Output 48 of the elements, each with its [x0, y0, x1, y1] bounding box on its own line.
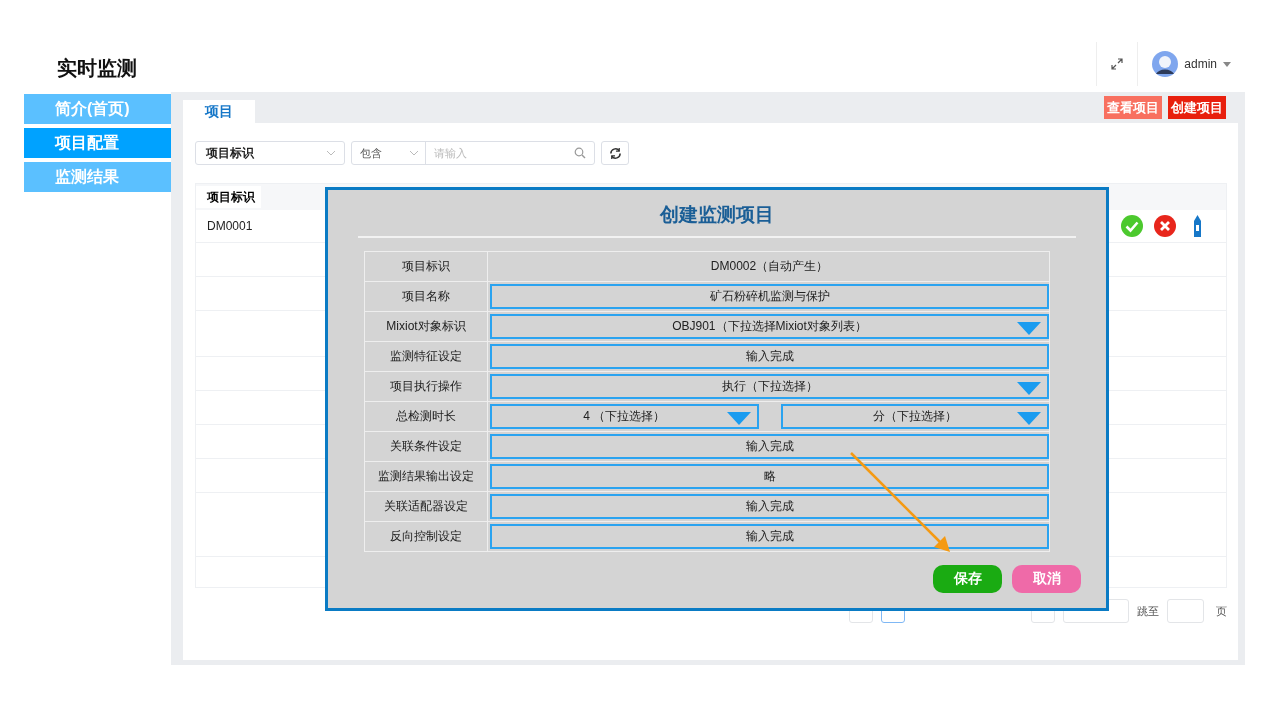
refresh-button[interactable]: [601, 141, 629, 165]
input-field[interactable]: 矿石粉碎机监测与保护: [490, 284, 1049, 309]
input-field[interactable]: 输入完成: [490, 494, 1049, 519]
dialog-title: 创建监测项目: [660, 203, 774, 227]
check-icon[interactable]: [1121, 215, 1143, 237]
dropdown[interactable]: 分（下拉选择）: [780, 404, 1049, 429]
refresh-icon: [608, 146, 622, 160]
field-label: 项目标识: [365, 252, 488, 282]
caret-icon: [326, 150, 336, 156]
field-label: 项目执行操作: [365, 372, 488, 402]
avatar-icon[interactable]: [1152, 51, 1179, 77]
page-suffix: 页: [1216, 603, 1227, 619]
dropdown-triangle-icon: [1017, 412, 1041, 425]
field-label: Mixiot对象标识: [365, 312, 488, 342]
field-label: 关联适配器设定: [365, 492, 488, 522]
search-icon[interactable]: [574, 147, 586, 159]
caret-icon[interactable]: [1223, 61, 1231, 67]
input-field[interactable]: 略: [490, 464, 1049, 489]
create-button[interactable]: 创建项目: [1168, 96, 1226, 119]
field-label: 项目名称: [365, 282, 488, 312]
tab[interactable]: 项目: [183, 100, 255, 123]
input-field[interactable]: 输入完成: [490, 524, 1049, 549]
dropdown-triangle-icon: [1017, 382, 1041, 395]
user-name[interactable]: admin: [1184, 57, 1217, 71]
field-label: 监测特征设定: [365, 342, 488, 372]
table-cell: DM0001: [207, 219, 253, 233]
dropdown[interactable]: 4 （下拉选择）: [490, 404, 759, 429]
caret-icon: [409, 150, 419, 156]
delete-icon[interactable]: [1154, 215, 1176, 237]
jump-label: 跳至: [1137, 603, 1159, 619]
column-header: 项目标识: [196, 186, 261, 208]
input-field[interactable]: 输入完成: [490, 434, 1049, 459]
field-label: 监测结果输出设定: [365, 462, 488, 492]
pen-icon[interactable]: [1193, 215, 1202, 237]
field-label: 反向控制设定: [365, 522, 488, 552]
dropdown[interactable]: OBJ901（下拉选择Mixiot对象列表）: [490, 314, 1049, 339]
field-select[interactable]: 项目标识: [195, 141, 345, 165]
page-input[interactable]: [1167, 599, 1204, 623]
input-field[interactable]: 输入完成: [490, 344, 1049, 369]
field-label: 总检测时长: [365, 402, 488, 432]
dropdown-triangle-icon: [726, 412, 751, 425]
app-title: 实时监测: [57, 56, 137, 81]
fullscreen-icon[interactable]: [1111, 58, 1124, 70]
filter-combo[interactable]: 包含 请输入: [351, 141, 595, 165]
dropdown-triangle-icon: [1017, 322, 1041, 335]
field-value: DM0002（自动产生）: [709, 258, 830, 275]
field-label: 关联条件设定: [365, 432, 488, 462]
dropdown[interactable]: 执行（下拉选择）: [490, 374, 1049, 399]
